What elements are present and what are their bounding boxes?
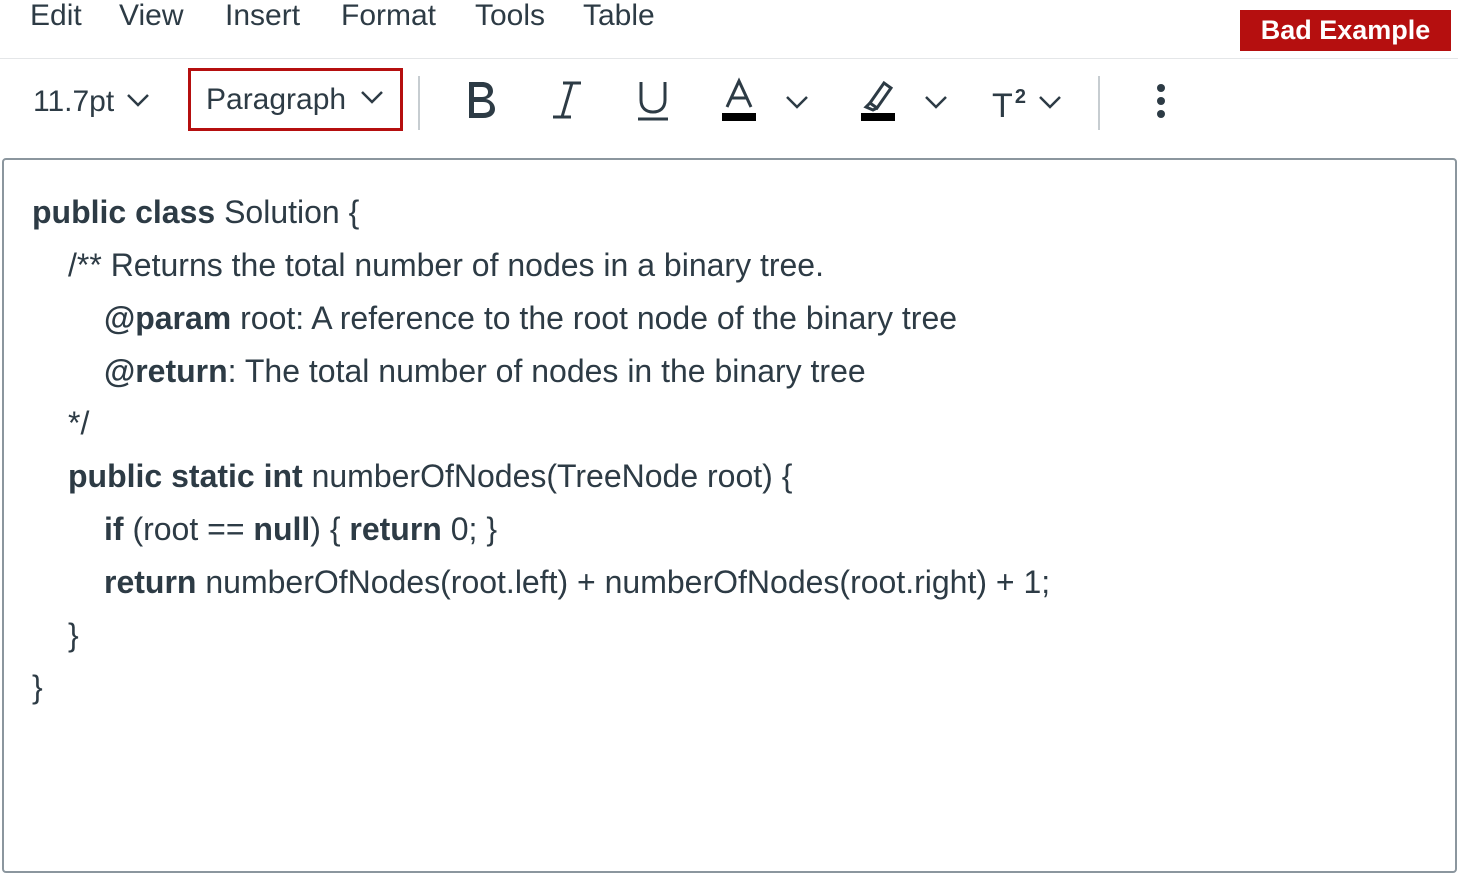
code-line: @return: The total number of nodes in th… bbox=[104, 353, 866, 389]
menu-insert[interactable]: Insert bbox=[225, 0, 300, 36]
code-line: */ bbox=[68, 405, 90, 441]
code-line: /** Returns the total number of nodes in… bbox=[68, 247, 824, 283]
editor-content-area[interactable]: public class Solution { /** Returns the … bbox=[2, 158, 1457, 873]
menu-view[interactable]: View bbox=[119, 0, 183, 36]
italic-icon bbox=[551, 79, 583, 126]
chevron-down-icon bbox=[786, 96, 808, 109]
highlight-dropdown[interactable] bbox=[922, 88, 950, 116]
text-color-dropdown[interactable] bbox=[783, 88, 811, 116]
chevron-down-icon bbox=[360, 90, 384, 109]
superscript-exponent: 2 bbox=[1014, 85, 1026, 108]
superscript-dropdown[interactable] bbox=[1036, 88, 1064, 116]
block-format-dropdown[interactable]: Paragraph bbox=[188, 68, 403, 131]
font-size-dropdown[interactable]: 11.7pt bbox=[33, 82, 150, 122]
chevron-down-icon bbox=[126, 93, 150, 112]
underline-icon bbox=[636, 78, 670, 127]
text-color-icon bbox=[721, 76, 757, 128]
bold-icon bbox=[463, 79, 499, 126]
bold-button[interactable] bbox=[455, 74, 507, 130]
code-line: if (root == null) { return 0; } bbox=[104, 511, 497, 547]
menu-edit[interactable]: Edit bbox=[30, 0, 82, 36]
code-line: return numberOfNodes(root.left) + number… bbox=[104, 564, 1051, 600]
text-color-button[interactable] bbox=[716, 74, 762, 130]
code-line: public class Solution { bbox=[32, 194, 360, 230]
code-line: @param root: A reference to the root nod… bbox=[104, 300, 958, 336]
italic-button[interactable] bbox=[544, 74, 590, 130]
bad-example-badge: Bad Example bbox=[1240, 10, 1451, 51]
menu-table[interactable]: Table bbox=[583, 0, 655, 36]
code-line: } bbox=[68, 617, 79, 653]
superscript-icon: T2 bbox=[992, 85, 1026, 126]
editor-toolbar: 11.7pt Paragraph T 2 bbox=[0, 60, 1458, 156]
toolbar-separator bbox=[418, 76, 420, 130]
code-line: public static int numberOfNodes(TreeNode… bbox=[68, 458, 793, 494]
block-format-value: Paragraph bbox=[206, 82, 347, 116]
code-line: } bbox=[32, 669, 43, 705]
superscript-base: T bbox=[992, 86, 1013, 125]
chevron-down-icon bbox=[925, 96, 947, 109]
menu-bar: Edit View Insert Format Tools Table Bad … bbox=[0, 0, 1458, 51]
highlight-icon bbox=[860, 77, 896, 128]
underline-button[interactable] bbox=[630, 74, 676, 130]
superscript-button[interactable]: T2 bbox=[984, 78, 1034, 134]
chevron-down-icon bbox=[1039, 96, 1061, 109]
highlight-button[interactable] bbox=[855, 74, 901, 130]
more-options-button[interactable] bbox=[1140, 78, 1182, 128]
toolbar-separator bbox=[1098, 76, 1100, 130]
font-size-value: 11.7pt bbox=[33, 85, 115, 118]
menu-tools[interactable]: Tools bbox=[475, 0, 545, 36]
toolbar-divider bbox=[0, 58, 1458, 59]
menu-format[interactable]: Format bbox=[341, 0, 436, 36]
more-icon bbox=[1156, 83, 1166, 124]
